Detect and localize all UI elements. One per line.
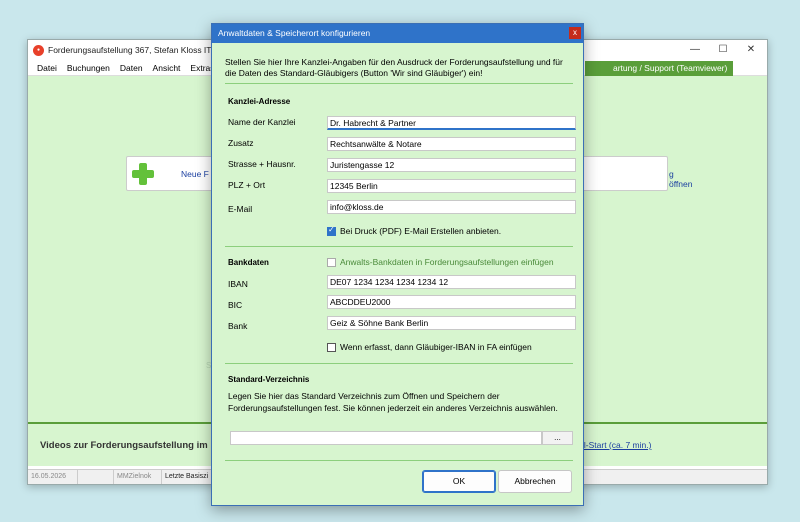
- name-field[interactable]: Dr. Habrecht & Partner: [327, 116, 576, 130]
- iban-label: IBAN: [228, 279, 248, 289]
- plus-icon: [132, 163, 154, 185]
- zusatz-label: Zusatz: [228, 138, 254, 148]
- ok-button[interactable]: OK: [422, 470, 496, 493]
- separator: [225, 83, 573, 84]
- status-basiszins: Letzte Basiszi: [162, 470, 213, 484]
- minimize-icon[interactable]: —: [685, 44, 705, 55]
- intro-text: Stellen Sie hier Ihre Kanzlei-Angaben fü…: [225, 57, 563, 78]
- support-tab[interactable]: artung / Support (Teamviewer): [585, 61, 733, 76]
- directory-field[interactable]: [230, 431, 542, 445]
- browse-button[interactable]: ...: [542, 431, 573, 445]
- maximize-icon[interactable]: ☐: [713, 44, 733, 55]
- strasse-label: Strasse + Hausnr.: [228, 159, 296, 169]
- name-label: Name der Kanzlei: [228, 117, 296, 127]
- verzeichnis-text: Legen Sie hier das Standard Verzeichnis …: [228, 391, 558, 413]
- plz-label: PLZ + Ort: [228, 180, 266, 190]
- bic-label: BIC: [228, 300, 243, 310]
- kanzlei-heading: Kanzlei-Adresse: [228, 97, 291, 106]
- menu-datei[interactable]: Datei: [32, 63, 62, 73]
- checkbox-checked[interactable]: [327, 225, 336, 236]
- dialog-title: Anwaltdaten & Speicherort konfigurieren: [218, 28, 371, 38]
- email-field[interactable]: info@kloss.de: [327, 200, 576, 214]
- new-button-label: Neue F: [181, 169, 209, 179]
- close-icon[interactable]: ✕: [741, 44, 761, 55]
- videos-link[interactable]: ll-Start (ca. 7 min.): [582, 440, 651, 450]
- separator: [225, 246, 573, 247]
- menu-ansicht[interactable]: Ansicht: [148, 63, 186, 73]
- iban-insert-checkbox[interactable]: Wenn erfasst, dann Gläubiger-IBAN in FA …: [327, 342, 532, 352]
- bic-field[interactable]: ABCDDEU2000: [327, 295, 576, 309]
- verzeichnis-heading: Standard-Verzeichnis: [228, 375, 310, 384]
- config-dialog: Anwaltdaten & Speicherort konfigurieren …: [211, 23, 584, 506]
- separator: [225, 460, 573, 461]
- plz-field[interactable]: 12345 Berlin: [327, 179, 576, 193]
- cancel-button[interactable]: Abbrechen: [498, 470, 572, 493]
- dialog-close-icon[interactable]: x: [569, 27, 581, 39]
- open-button-label[interactable]: g öffnen: [669, 169, 692, 189]
- status-zielnok: MMZielnok: [114, 470, 162, 484]
- iban-field[interactable]: DE07 1234 1234 1234 1234 12: [327, 275, 576, 289]
- email-pdf-checkbox[interactable]: Bei Druck (PDF) E-Mail Erstellen anbiete…: [327, 225, 502, 236]
- iban-insert-checkbox-label: Wenn erfasst, dann Gläubiger-IBAN in FA …: [340, 342, 532, 352]
- email-label: E-Mail: [228, 204, 253, 214]
- strasse-field[interactable]: Juristengasse 12: [327, 158, 576, 172]
- bank-insert-checkbox-label: Anwalts-Bankdaten in Forderungsaufstellu…: [340, 257, 554, 267]
- status-date: 16.05.2026: [28, 470, 78, 484]
- bank-label: Bank: [228, 321, 248, 331]
- menu-daten[interactable]: Daten: [115, 63, 148, 73]
- app-icon: ●: [33, 44, 44, 56]
- checkbox-unchecked[interactable]: [327, 257, 336, 267]
- checkbox-unchecked[interactable]: [327, 342, 336, 352]
- status-empty: [78, 470, 114, 484]
- main-window-title: Forderungsaufstellung 367, Stefan Kloss …: [48, 45, 234, 55]
- email-pdf-checkbox-label: Bei Druck (PDF) E-Mail Erstellen anbiete…: [340, 226, 502, 236]
- separator: [225, 363, 573, 364]
- bank-insert-checkbox[interactable]: Anwalts-Bankdaten in Forderungsaufstellu…: [327, 257, 554, 267]
- bank-field[interactable]: Geiz & Söhne Bank Berlin: [327, 316, 576, 330]
- bank-heading: Bankdaten: [228, 258, 269, 267]
- zusatz-field[interactable]: Rechtsanwälte & Notare: [327, 137, 576, 151]
- menu-buchungen[interactable]: Buchungen: [62, 63, 115, 73]
- dialog-titlebar: Anwaltdaten & Speicherort konfigurieren …: [212, 24, 583, 43]
- videos-text: Videos zur Forderungsaufstellung im In: [40, 440, 219, 451]
